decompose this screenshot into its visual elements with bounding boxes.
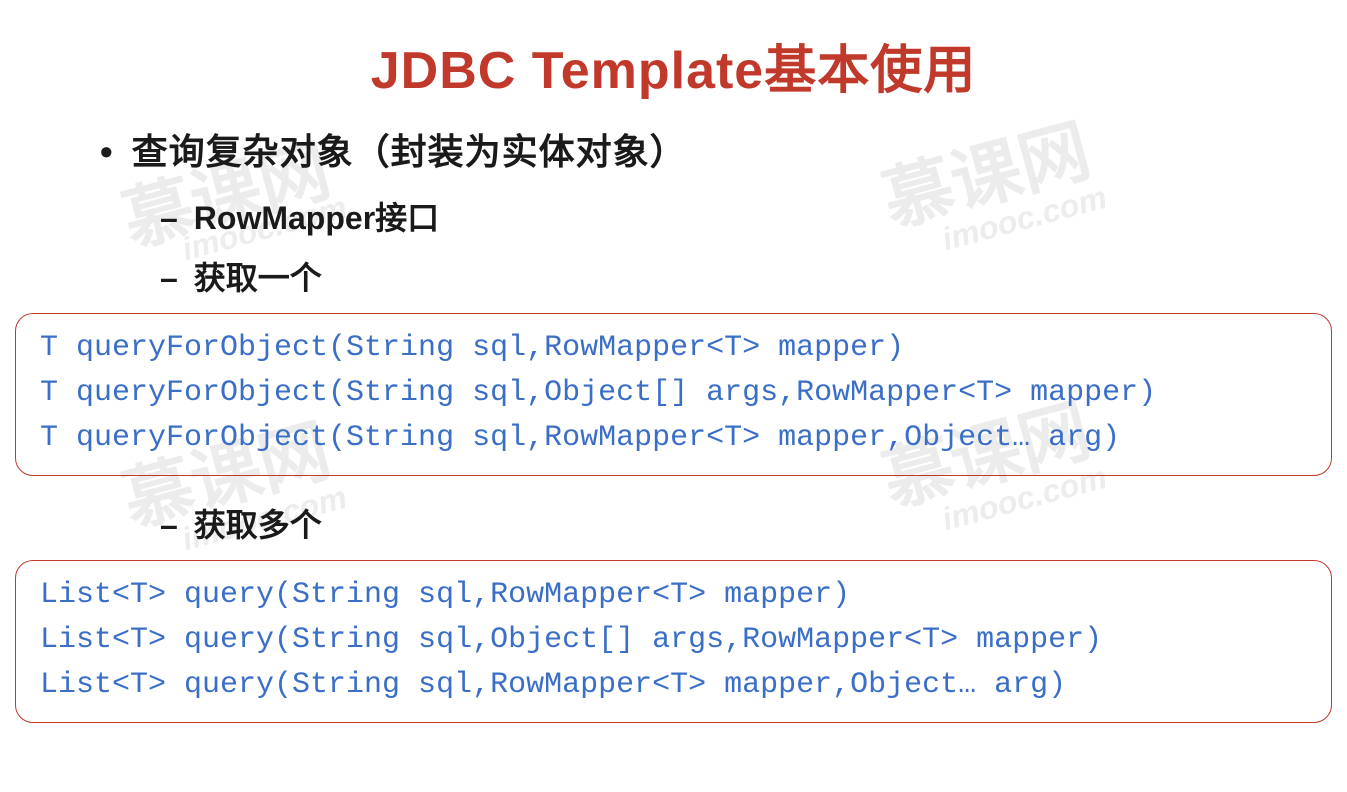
page-title: JDBC Template基本使用 (0, 0, 1347, 123)
code-box-multi: List<T> query(String sql,RowMapper<T> ma… (15, 560, 1332, 723)
code-line: T queryForObject(String sql,Object[] arg… (40, 371, 1307, 416)
main-bullet: 查询复杂对象（封装为实体对象） (100, 123, 1287, 175)
code-box-single: T queryForObject(String sql,RowMapper<T>… (15, 313, 1332, 476)
sub-bullet-get-one: 获取一个 (160, 253, 1287, 299)
sub-bullet-rowmapper: RowMapper接口 (160, 193, 1287, 239)
sub-bullet-get-many: 获取多个 (160, 500, 1287, 546)
code-line: List<T> query(String sql,RowMapper<T> ma… (40, 663, 1307, 708)
code-line: List<T> query(String sql,Object[] args,R… (40, 618, 1307, 663)
code-line: List<T> query(String sql,RowMapper<T> ma… (40, 573, 1307, 618)
code-line: T queryForObject(String sql,RowMapper<T>… (40, 326, 1307, 371)
code-line: T queryForObject(String sql,RowMapper<T>… (40, 416, 1307, 461)
